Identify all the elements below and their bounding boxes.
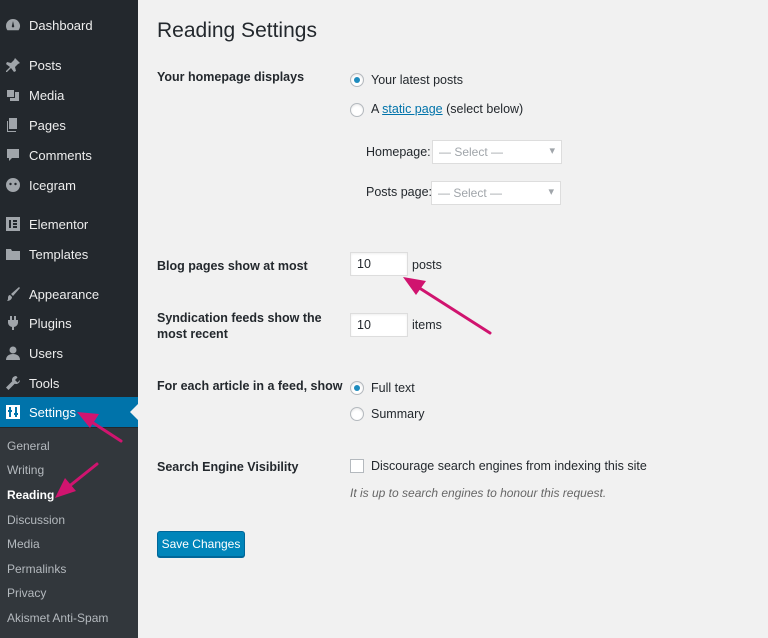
homepage-displays-label: Your homepage displays [157, 70, 305, 84]
static-page-link[interactable]: static page [382, 102, 442, 116]
settings-icon [5, 404, 21, 420]
blog-pages-input[interactable] [350, 252, 408, 276]
discourage-search-checkbox[interactable] [350, 459, 364, 473]
latest-posts-radio[interactable] [350, 73, 364, 87]
icegram-icon [5, 177, 21, 193]
homepage-select-value: — Select — [439, 145, 504, 159]
full-text-radio[interactable] [350, 381, 364, 395]
sidebar-item-label: Templates [29, 246, 89, 262]
sidebar-item-label: Appearance [29, 286, 100, 302]
sidebar-item-settings[interactable]: Settings [0, 397, 138, 427]
pin-icon [5, 57, 21, 73]
summary-label: Summary [371, 407, 425, 421]
plugin-icon [5, 315, 21, 331]
sidebar-item-tools[interactable]: Tools [0, 368, 138, 398]
submenu-item-writing[interactable]: Writing [7, 463, 44, 477]
sidebar-item-users[interactable]: Users [0, 338, 138, 368]
submenu-item-privacy[interactable]: Privacy [7, 586, 46, 600]
static-page-option: A static page (select below) [371, 102, 523, 116]
sidebar-item-label: Tools [29, 375, 60, 391]
blog-pages-label: Blog pages show at most [157, 259, 308, 273]
comment-icon [5, 147, 21, 163]
summary-radio[interactable] [350, 407, 364, 421]
homepage-select-label: Homepage: [366, 145, 431, 159]
syndication-label-line1: Syndication feeds show the [157, 311, 322, 325]
homepage-select[interactable]: — Select — [432, 140, 562, 164]
media-icon [5, 87, 21, 103]
submenu-item-akismet[interactable]: Akismet Anti-Spam [7, 611, 108, 625]
folder-icon [5, 246, 21, 262]
submenu-item-reading[interactable]: Reading [7, 488, 54, 502]
latest-posts-label: Your latest posts [371, 73, 463, 87]
page-title: Reading Settings [157, 19, 317, 42]
brush-icon [5, 286, 21, 302]
search-visibility-label: Search Engine Visibility [157, 460, 299, 474]
sidebar-item-icegram[interactable]: Icegram [0, 170, 138, 200]
submenu-item-discussion[interactable]: Discussion [7, 513, 65, 527]
posts-page-select-label: Posts page: [366, 185, 433, 199]
sidebar-item-label: Settings [29, 404, 76, 420]
sidebar-item-templates[interactable]: Templates [0, 239, 138, 269]
pages-icon [5, 117, 21, 133]
sidebar-item-label: Comments [29, 147, 92, 163]
search-visibility-description: It is up to search engines to honour thi… [350, 486, 607, 500]
submenu-item-media[interactable]: Media [7, 537, 40, 551]
static-page-radio[interactable] [350, 103, 364, 117]
sidebar-item-label: Dashboard [29, 17, 93, 33]
save-changes-button[interactable]: Save Changes [157, 531, 245, 557]
sidebar-item-label: Icegram [29, 177, 76, 193]
sidebar-item-elementor[interactable]: Elementor [0, 209, 138, 239]
feed-article-label: For each article in a feed, show [157, 379, 343, 393]
sidebar-item-plugins[interactable]: Plugins [0, 308, 138, 338]
sidebar-item-pages[interactable]: Pages [0, 110, 138, 140]
sidebar-item-media[interactable]: Media [0, 80, 138, 110]
full-text-label: Full text [371, 381, 415, 395]
sidebar-item-appearance[interactable]: Appearance [0, 279, 138, 309]
submenu-item-permalinks[interactable]: Permalinks [7, 562, 66, 576]
discourage-search-label: Discourage search engines from indexing … [371, 459, 647, 473]
sidebar-item-dashboard[interactable]: Dashboard [0, 10, 138, 40]
elementor-icon [5, 216, 21, 232]
syndication-label-line2: most recent [157, 327, 228, 341]
dashboard-icon [5, 17, 21, 33]
posts-page-select[interactable]: — Select — [431, 181, 561, 205]
user-icon [5, 345, 21, 361]
sidebar-item-label: Plugins [29, 315, 72, 331]
static-page-prefix: A [371, 102, 379, 116]
settings-submenu: General Writing Reading Discussion Media… [0, 428, 138, 638]
sidebar-item-label: Users [29, 345, 63, 361]
sidebar-item-label: Pages [29, 117, 66, 133]
sidebar-item-posts[interactable]: Posts [0, 50, 138, 80]
syndication-unit: items [412, 318, 442, 332]
blog-pages-arrowhead [403, 277, 426, 295]
sidebar-item-label: Elementor [29, 216, 89, 232]
sidebar-item-label: Media [29, 87, 65, 103]
sidebar-item-comments[interactable]: Comments [0, 140, 138, 170]
submenu-item-general[interactable]: General [7, 439, 50, 453]
admin-sidebar: Dashboard Posts Media Pages Comments Ice… [0, 0, 138, 638]
sidebar-item-label: Posts [29, 57, 62, 73]
static-page-suffix: (select below) [446, 102, 524, 116]
blog-pages-unit: posts [412, 258, 442, 272]
wrench-icon [5, 375, 21, 391]
posts-page-select-value: — Select — [438, 186, 503, 200]
syndication-label: Syndication feeds show the most recent [157, 310, 322, 342]
syndication-input[interactable] [350, 313, 408, 337]
